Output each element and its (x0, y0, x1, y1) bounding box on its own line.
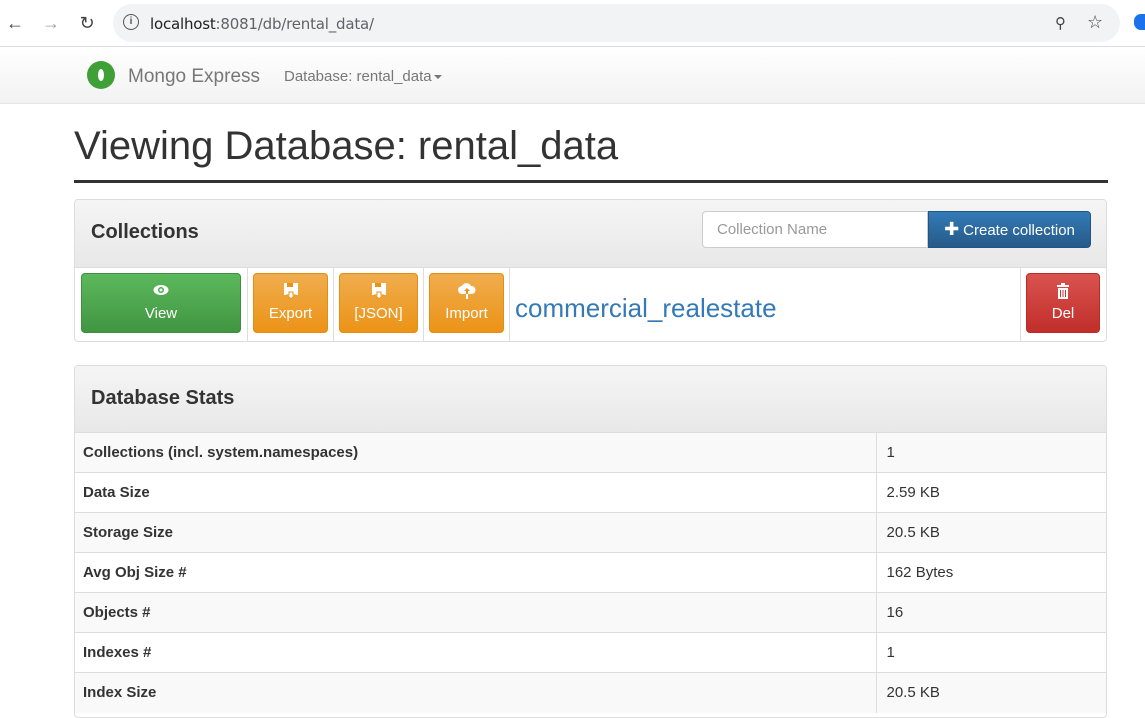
collections-title: Collections (91, 221, 199, 243)
stat-value: 162 Bytes (876, 552, 1106, 593)
export-json-button[interactable]: [JSON] (339, 273, 418, 333)
cloud-upload-icon (430, 283, 503, 301)
table-row: Objects #16 (75, 592, 1106, 633)
collections-panel: Collections ✚Create collection View Expo… (74, 199, 1107, 342)
caret-down-icon (433, 75, 442, 80)
address-bar[interactable]: i localhost:8081/db/rental_data/ ⚲ ☆ (113, 4, 1120, 42)
eye-icon (82, 283, 240, 301)
cell-divider (247, 267, 248, 341)
cell-divider (423, 267, 424, 341)
mongo-leaf-logo-icon[interactable] (87, 61, 115, 89)
url-host: localhost (150, 15, 216, 33)
export-button[interactable]: Export (253, 273, 328, 333)
page-title: Viewing Database: rental_data (74, 124, 619, 168)
stat-key: Collections (incl. system.namespaces) (75, 432, 877, 473)
title-divider (74, 180, 1108, 183)
collection-row: View Export [JSON] Import commercial_rea… (75, 267, 1106, 341)
del-label: Del (1051, 305, 1075, 322)
site-info-icon[interactable]: i (123, 14, 139, 30)
collection-name-link[interactable]: commercial_realestate (515, 293, 777, 324)
delete-collection-button[interactable]: Del (1026, 273, 1100, 333)
browser-toolbar: ← → ↻ i localhost:8081/db/rental_data/ ⚲… (0, 0, 1145, 47)
brand-link[interactable]: Mongo Express (128, 66, 260, 88)
import-button[interactable]: Import (429, 273, 504, 333)
create-collection-label: Create collection (963, 222, 1075, 239)
stat-value: 1 (876, 432, 1106, 473)
table-row: Storage Size 20.5 KB (75, 512, 1106, 553)
trash-icon (1027, 283, 1099, 301)
collections-panel-heading: Collections ✚Create collection (75, 200, 1106, 268)
stat-value: 20.5 KB (876, 672, 1106, 713)
cell-divider (509, 267, 510, 341)
plus-icon: ✚ (944, 219, 960, 239)
url-path: :8081/db/rental_data/ (215, 15, 375, 33)
export-label: Export (268, 305, 313, 322)
view-button[interactable]: View (81, 273, 241, 333)
url-text[interactable]: localhost:8081/db/rental_data/ (150, 15, 374, 33)
table-row: Index Size 20.5 KB (75, 672, 1106, 713)
stat-key: Index Size (75, 672, 877, 713)
profile-avatar-icon[interactable] (1134, 14, 1145, 30)
back-arrow-icon[interactable]: ← (4, 12, 26, 34)
app-navbar: Mongo Express Database: rental_data (0, 47, 1145, 104)
json-label: [JSON] (354, 305, 403, 322)
collection-name-input[interactable] (702, 211, 928, 248)
table-row: Avg Obj Size #162 Bytes (75, 552, 1106, 593)
view-label: View (144, 305, 178, 322)
bookmark-star-icon[interactable]: ☆ (1087, 12, 1103, 33)
table-row: Data Size 2.59 KB (75, 472, 1106, 513)
stat-value: 1 (876, 632, 1106, 673)
zoom-icon[interactable]: ⚲ (1055, 14, 1066, 32)
save-icon (254, 283, 327, 301)
cell-divider (333, 267, 334, 341)
import-label: Import (445, 305, 488, 322)
stat-value: 2.59 KB (876, 472, 1106, 513)
database-stats-panel: Database Stats Collections (incl. system… (74, 365, 1107, 718)
stats-panel-heading: Database Stats (75, 366, 1106, 433)
stat-value: 20.5 KB (876, 512, 1106, 553)
stat-key: Objects # (75, 592, 877, 633)
reload-icon[interactable]: ↻ (76, 12, 98, 34)
stat-key: Data Size (75, 472, 877, 513)
forward-arrow-icon[interactable]: → (40, 12, 62, 34)
stat-key: Avg Obj Size # (75, 552, 877, 593)
stats-title: Database Stats (91, 387, 235, 409)
table-row: Indexes #1 (75, 632, 1106, 673)
stats-table: Collections (incl. system.namespaces) 1 D… (75, 432, 1106, 713)
table-row: Collections (incl. system.namespaces) 1 (75, 432, 1106, 473)
database-dropdown[interactable]: Database: rental_data (284, 68, 442, 85)
create-collection-button[interactable]: ✚ Create collection (928, 211, 1091, 248)
stat-key: Indexes # (75, 632, 877, 673)
save-icon (340, 283, 417, 301)
stat-value: 16 (876, 592, 1106, 633)
cell-divider (1020, 267, 1021, 341)
stat-key: Storage Size (75, 512, 877, 553)
database-dropdown-label: Database: rental_data (284, 68, 432, 85)
